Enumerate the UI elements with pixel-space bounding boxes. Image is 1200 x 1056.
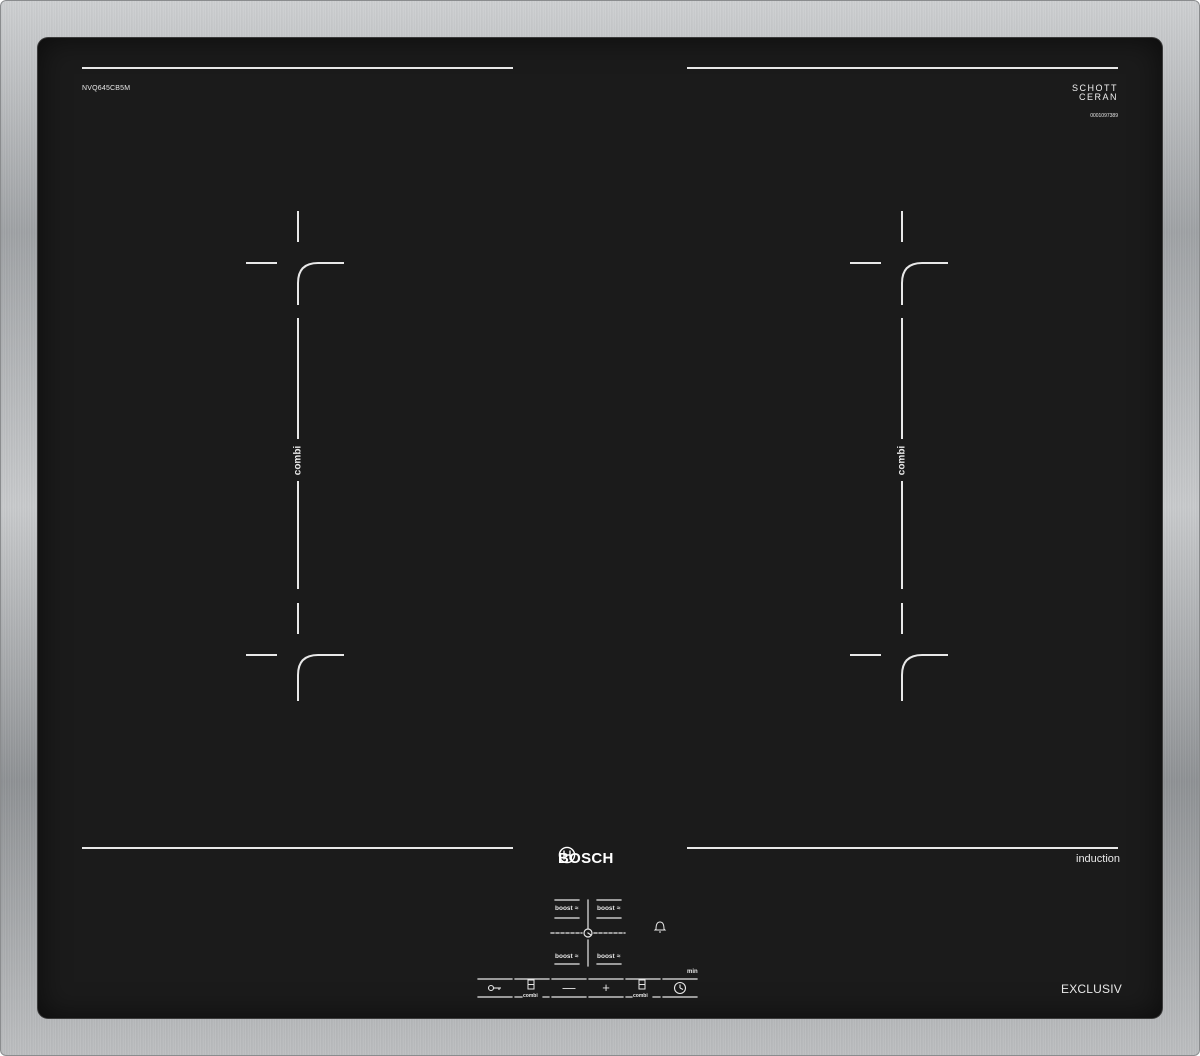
boost-button-bottom-left[interactable]: boost ≈ (555, 953, 578, 960)
bell-timer-button[interactable] (650, 918, 670, 936)
glass-brand-logo: SCHOTT CERAN (1058, 84, 1118, 102)
brand-logo: BOSCH (558, 846, 614, 870)
boost-button-top-right[interactable]: boost ≈ (597, 905, 620, 912)
boost-button-bottom-right[interactable]: boost ≈ (597, 953, 620, 960)
boost-icon: ≈ (616, 953, 621, 960)
left-zone-label: combi (292, 445, 304, 476)
timer-button[interactable] (663, 980, 697, 996)
boost-label: boost (555, 953, 573, 960)
plus-button[interactable]: + (589, 980, 623, 995)
minus-button[interactable]: — (552, 980, 586, 995)
combi-right-label: combi (633, 993, 648, 999)
boost-label: boost (555, 905, 573, 912)
boost-label: boost (597, 905, 615, 912)
model-number: NVQ645CB5M (82, 85, 131, 92)
zone-select-button[interactable] (579, 922, 599, 944)
bosch-armature-icon (558, 846, 576, 864)
combi-left-label: combi (523, 993, 538, 999)
boost-label: boost (597, 953, 615, 960)
technology-label: induction (1076, 853, 1121, 865)
glass-brand-line2: CERAN (1078, 92, 1118, 102)
right-zone-label: combi (896, 445, 908, 476)
boost-button-top-left[interactable]: boost ≈ (555, 905, 578, 912)
boost-icon: ≈ (574, 905, 579, 912)
printed-graphics (82, 67, 1118, 998)
series-label: EXCLUSIV (1061, 982, 1122, 996)
glass-serial: 0001097389 (1090, 113, 1118, 119)
boost-icon: ≈ (574, 953, 579, 960)
min-label: min (687, 969, 698, 975)
glass-ceramic-surface: NVQ645CB5M SCHOTT CERAN 0001097389 combi… (38, 38, 1162, 1018)
boost-icon: ≈ (616, 905, 621, 912)
child-lock-button[interactable] (478, 980, 512, 996)
